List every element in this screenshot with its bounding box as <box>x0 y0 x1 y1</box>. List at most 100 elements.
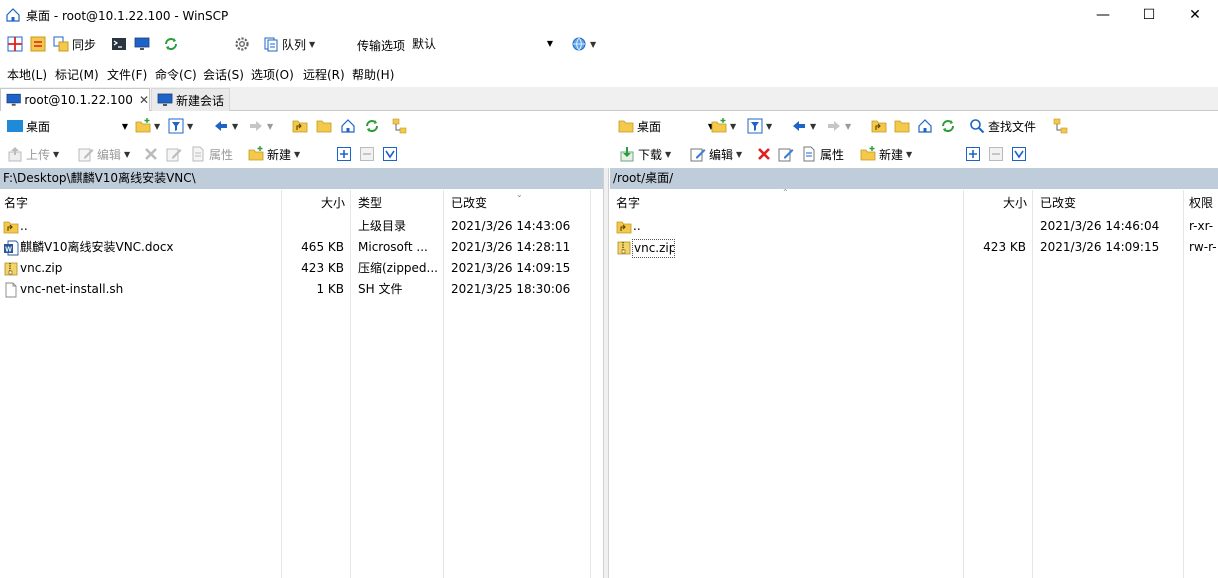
left-back-button[interactable]: ▼ <box>213 116 238 136</box>
left-unselect-button[interactable] <box>359 144 375 164</box>
left-col-type[interactable]: 类型 <box>358 190 382 216</box>
left-edit-button[interactable]: 编辑 ▼ <box>78 144 130 164</box>
menu-local[interactable]: 本地(L) <box>7 66 47 83</box>
right-select-all-button[interactable] <box>965 144 981 164</box>
left-new-button[interactable]: 新建 ▼ <box>248 144 300 164</box>
new-folder-icon <box>860 146 876 162</box>
upload-button[interactable]: 上传 ▼ <box>7 144 59 164</box>
minimize-button[interactable]: — <box>1080 0 1126 30</box>
right-home-button[interactable] <box>917 116 933 136</box>
file-name: 麒麟V10离线安装VNC.docx <box>20 240 174 254</box>
left-tree-button[interactable] <box>392 116 408 136</box>
left-delete-button[interactable] <box>143 144 159 164</box>
chevron-down-icon: ▼ <box>267 121 274 131</box>
putty-button[interactable] <box>134 34 150 54</box>
sync-browse-button[interactable] <box>30 34 46 54</box>
right-col-size[interactable]: 大小 <box>1003 190 1027 216</box>
properties-label: 属性 <box>820 147 845 162</box>
right-col-changed[interactable]: 已改变 <box>1040 190 1076 216</box>
table-row[interactable]: .. 上级目录 2021/3/26 14:43:06 <box>0 216 590 237</box>
chevron-down-icon: ▼ <box>766 121 773 131</box>
gear-icon <box>234 36 250 52</box>
right-filter-button[interactable]: ▼ <box>747 116 772 136</box>
right-tree-button[interactable] <box>1053 116 1069 136</box>
table-row[interactable]: 麒麟V10离线安装VNC.docx 465 KB Microsoft ... 2… <box>0 237 590 258</box>
left-invert-selection-button[interactable] <box>382 144 398 164</box>
maximize-button[interactable]: ☐ <box>1126 0 1172 30</box>
right-rename-button[interactable] <box>778 144 794 164</box>
right-edit-button[interactable]: 编辑 ▼ <box>690 144 742 164</box>
menu-options[interactable]: 选项(O) <box>251 66 294 83</box>
menu-remote[interactable]: 远程(R) <box>303 66 345 83</box>
search-icon <box>969 118 985 134</box>
queue-button[interactable]: 队列 ▼ <box>263 34 315 54</box>
synchronize-button[interactable]: 同步 <box>53 34 96 54</box>
chevron-down-icon: ▼ <box>665 149 672 159</box>
table-row[interactable]: vnc.zip 423 KB 压缩(zipped... 2021/3/26 14… <box>0 258 590 279</box>
left-select-all-button[interactable] <box>336 144 352 164</box>
left-col-name[interactable]: 名字 <box>4 190 28 216</box>
close-window-button[interactable]: ✕ <box>1172 0 1218 30</box>
left-filter-button[interactable]: ▼ <box>168 116 193 136</box>
site-button[interactable]: ▼ <box>571 34 596 54</box>
table-row[interactable]: .. 2021/3/26 14:46:04 r-xr- <box>610 216 1218 237</box>
preferences-button[interactable] <box>234 34 250 54</box>
right-parent-dir-button[interactable] <box>871 116 887 136</box>
right-delete-button[interactable] <box>756 144 772 164</box>
delete-icon <box>143 146 159 162</box>
tab-session-root[interactable]: root@10.1.22.100 ✕ <box>0 88 150 111</box>
left-file-list[interactable]: 名字 大小 类型 已改变 ⌄ .. 上级目录 2021/3/26 14:43:0… <box>0 190 603 578</box>
right-forward-button[interactable]: ▼ <box>826 116 851 136</box>
right-col-name[interactable]: 名字 <box>616 190 640 216</box>
left-col-size[interactable]: 大小 <box>321 190 345 216</box>
right-properties-button[interactable]: 属性 <box>801 144 844 164</box>
right-find-files-button[interactable]: 查找文件 <box>969 116 1036 136</box>
menu-mark[interactable]: 标记(M) <box>55 66 99 83</box>
tab-new-session[interactable]: 新建会话 <box>151 88 230 111</box>
right-open-dir-button[interactable]: ▼ <box>711 116 736 136</box>
menu-files[interactable]: 文件(F) <box>107 66 147 83</box>
left-location-select[interactable]: 桌面 ▼ <box>4 116 128 136</box>
right-location-select[interactable]: 桌面 ▼ <box>618 116 714 136</box>
file-size: 423 KB <box>301 261 344 275</box>
right-unselect-button[interactable] <box>988 144 1004 164</box>
table-row[interactable]: vnc.zip 423 KB 2021/3/26 14:09:15 rw-r- <box>610 237 1218 258</box>
file-size: 465 KB <box>301 240 344 254</box>
right-root-dir-button[interactable] <box>894 116 910 136</box>
left-home-button[interactable] <box>340 116 356 136</box>
left-col-changed[interactable]: 已改变 <box>451 190 487 216</box>
transfer-preset-select[interactable]: 默认 ▼ <box>412 34 557 54</box>
left-refresh-button[interactable] <box>364 116 380 136</box>
menu-help[interactable]: 帮助(H) <box>352 66 394 83</box>
chevron-down-icon: ▼ <box>232 121 239 131</box>
upload-icon <box>7 146 23 162</box>
right-refresh-button[interactable] <box>940 116 956 136</box>
new-session-icon <box>157 92 173 108</box>
left-parent-dir-button[interactable] <box>292 116 308 136</box>
terminal-button[interactable] <box>111 34 127 54</box>
right-new-button[interactable]: 新建 ▼ <box>860 144 912 164</box>
right-invert-selection-button[interactable] <box>1011 144 1027 164</box>
file-changed: 2021/3/26 14:28:11 <box>451 240 571 254</box>
close-tab-icon[interactable]: ✕ <box>139 93 149 107</box>
properties-icon <box>190 146 206 162</box>
panel-splitter[interactable] <box>603 168 609 578</box>
left-forward-button[interactable]: ▼ <box>248 116 273 136</box>
menu-session[interactable]: 会话(S) <box>203 66 244 83</box>
right-col-rights[interactable]: 权限 <box>1189 190 1213 216</box>
sync-files-button[interactable] <box>163 34 179 54</box>
left-open-dir-button[interactable]: ▼ <box>135 116 160 136</box>
compare-dirs-button[interactable] <box>7 34 23 54</box>
download-button[interactable]: 下载 ▼ <box>619 144 671 164</box>
left-rename-button[interactable] <box>166 144 182 164</box>
file-type: Microsoft ... <box>358 240 428 254</box>
sync-icon <box>53 36 69 52</box>
right-file-list[interactable]: 名字 ⌃ 大小 已改变 权限 .. 2021/3/26 14:46:04 r-x… <box>610 188 1218 578</box>
menu-commands[interactable]: 命令(C) <box>155 66 197 83</box>
file-changed: 2021/3/26 14:46:04 <box>1040 219 1160 233</box>
right-back-button[interactable]: ▼ <box>791 116 816 136</box>
arrow-right-icon <box>826 118 842 134</box>
left-properties-button[interactable]: 属性 <box>190 144 233 164</box>
table-row[interactable]: vnc-net-install.sh 1 KB SH 文件 2021/3/25 … <box>0 279 590 300</box>
left-root-dir-button[interactable] <box>316 116 332 136</box>
